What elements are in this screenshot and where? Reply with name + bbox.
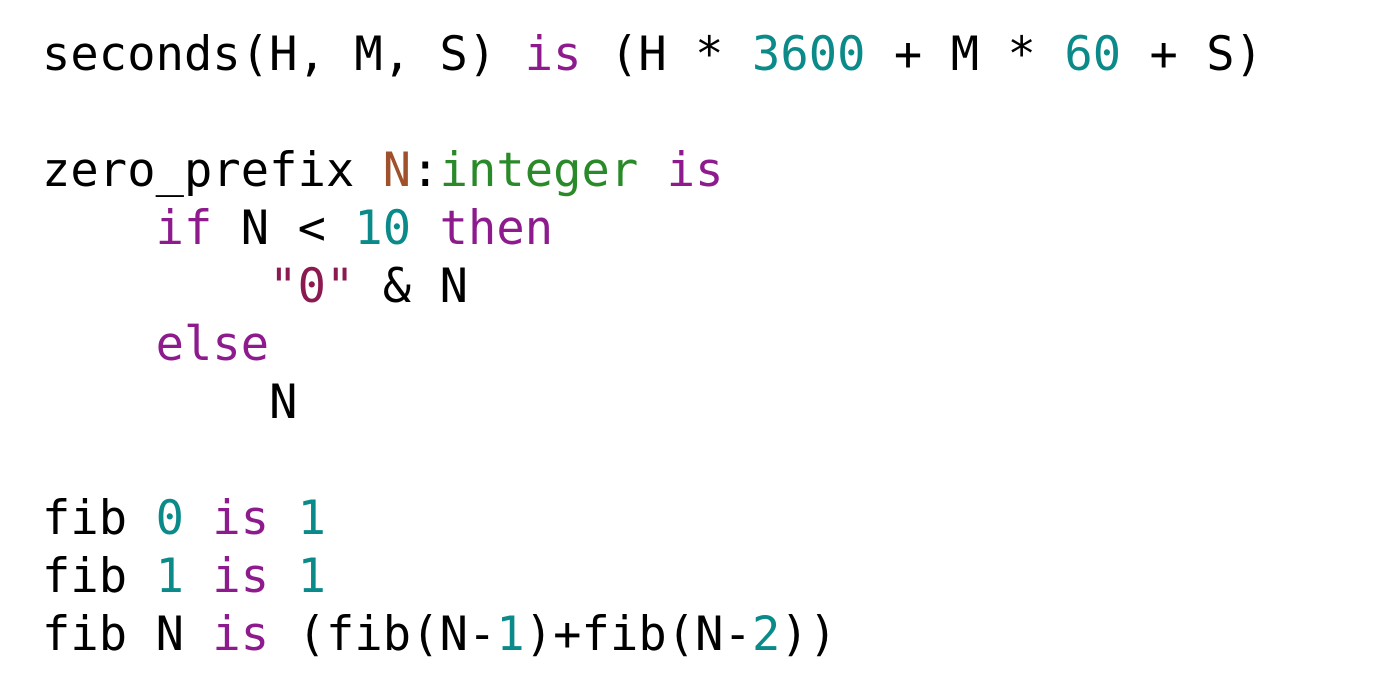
code-token-keyword: else xyxy=(155,317,270,372)
code-token-number: 1 xyxy=(297,491,327,546)
code-token-type: integer xyxy=(439,143,639,198)
code-token-plain: (fib(N- xyxy=(269,607,497,662)
code-token-plain: )+fib(N- xyxy=(524,607,752,662)
code-line: fib N is (fib(N-1)+fib(N-2)) xyxy=(42,606,1263,664)
code-token-string: "0" xyxy=(269,259,355,314)
code-line: fib 1 is 1 xyxy=(42,548,1263,606)
code-token-number: 10 xyxy=(354,201,412,256)
code-token-number: 1 xyxy=(155,549,184,604)
code-token-plain: + S) xyxy=(1121,27,1264,82)
code-token-plain: (H * xyxy=(581,27,752,82)
code-line: N xyxy=(42,374,1263,432)
code-token-keyword: then xyxy=(439,201,554,256)
code-token-plain: fib N xyxy=(42,607,213,662)
code-line: zero_prefix N:integer is xyxy=(42,142,1263,200)
code-line: else xyxy=(42,316,1263,374)
code-token-keyword: is xyxy=(212,607,270,662)
code-token-keyword: is xyxy=(212,491,270,546)
code-token-keyword: is xyxy=(666,143,724,198)
code-line: if N < 10 then xyxy=(42,200,1263,258)
code-token-parameter: N xyxy=(382,143,412,198)
code-token-keyword: if xyxy=(155,201,213,256)
code-token-plain: zero_prefix xyxy=(42,143,383,198)
code-token-number: 2 xyxy=(751,607,781,662)
code-token-keyword: is xyxy=(524,27,582,82)
code-line: seconds(H, M, S) is (H * 3600 + M * 60 +… xyxy=(42,26,1263,84)
code-token-number: 1 xyxy=(297,549,327,604)
code-token-plain: fib xyxy=(42,549,156,604)
code-line: fib 0 is 1 xyxy=(42,490,1263,548)
code-token-plain: )) xyxy=(780,607,838,662)
code-token-plain: + M * xyxy=(865,27,1065,82)
code-token-number: 0 xyxy=(155,491,184,546)
code-token-plain: : xyxy=(411,143,440,198)
code-line: "0" & N xyxy=(42,258,1263,316)
code-token-plain: N < xyxy=(212,201,355,256)
code-token-plain: N xyxy=(42,375,298,430)
code-token-plain: & N xyxy=(354,259,468,314)
code-token-plain: fib xyxy=(42,491,156,546)
code-token-number: 3600 xyxy=(751,27,866,82)
code-token-number: 1 xyxy=(496,607,525,662)
code-block: seconds(H, M, S) is (H * 3600 + M * 60 +… xyxy=(42,26,1263,664)
code-token-keyword: is xyxy=(212,549,270,604)
code-token-plain: seconds(H, M, S) xyxy=(42,27,525,82)
code-token-number: 60 xyxy=(1064,27,1122,82)
